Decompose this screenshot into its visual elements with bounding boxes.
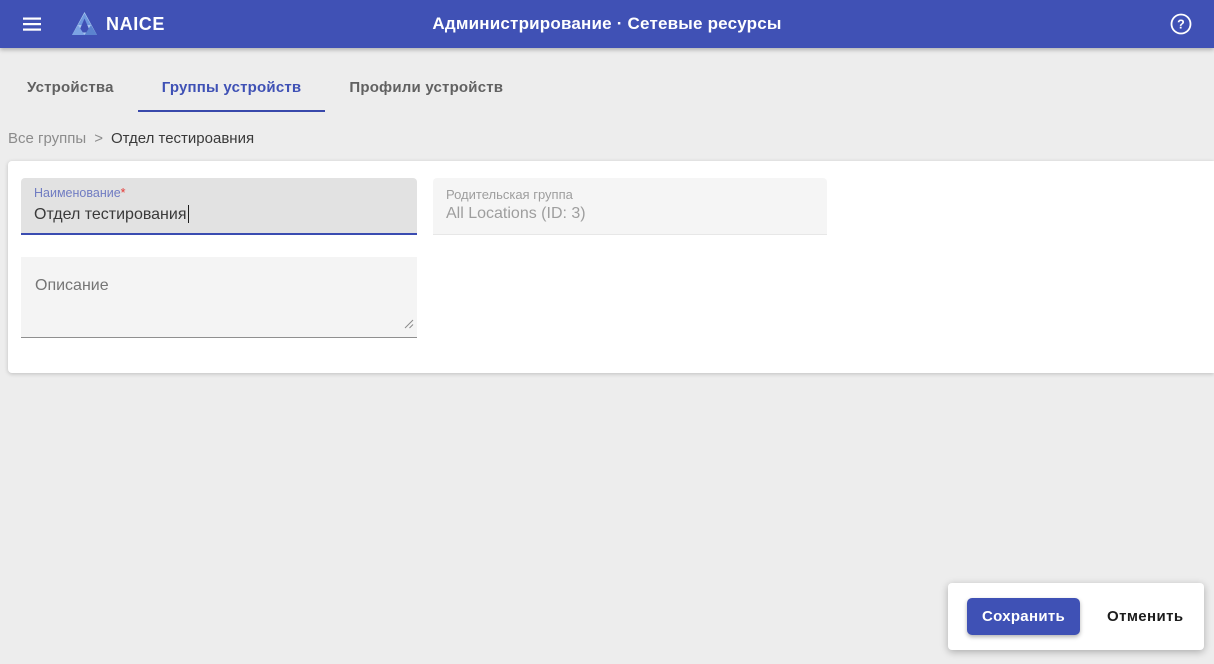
name-field[interactable]: Наименование* Отдел тестирования [21, 178, 417, 235]
name-field-label: Наименование* [34, 186, 126, 200]
parent-group-label: Родительская группа [446, 187, 573, 202]
resize-handle-icon[interactable] [404, 316, 414, 334]
required-asterisk: * [120, 186, 126, 200]
tab-device-groups[interactable]: Группы устройств [137, 64, 326, 112]
cancel-button[interactable]: Отменить [1101, 600, 1190, 633]
tab-devices[interactable]: Устройства [3, 64, 138, 112]
form-actions: Сохранить Отменить [948, 583, 1204, 650]
text-caret [187, 205, 189, 223]
help-icon[interactable]: ? [1168, 11, 1194, 37]
description-field-label: Описание [35, 277, 109, 294]
naice-logo-icon [72, 12, 97, 35]
hamburger-menu-icon[interactable] [20, 12, 44, 36]
parent-group-value: All Locations (ID: 3) [446, 205, 586, 222]
group-edit-form: Наименование* Отдел тестирования Родител… [8, 161, 1214, 373]
name-field-value: Отдел тестирования [34, 205, 405, 224]
breadcrumb-all-groups[interactable]: Все группы [8, 130, 86, 147]
description-field[interactable]: Описание [21, 257, 417, 338]
brand-name: NAICE [106, 13, 166, 34]
svg-text:?: ? [1177, 18, 1185, 32]
appbar: NAICE Администрирование · Сетевые ресурс… [0, 0, 1214, 48]
breadcrumb: Все группы > Отдел тестироавния [8, 130, 1214, 147]
parent-group-field: Родительская группа All Locations (ID: 3… [433, 178, 827, 235]
save-button[interactable]: Сохранить [967, 598, 1080, 635]
brand: NAICE [71, 11, 165, 37]
tab-device-profiles[interactable]: Профили устройств [325, 64, 527, 112]
breadcrumb-separator: > [94, 130, 103, 147]
page-title: Администрирование · Сетевые ресурсы [432, 14, 782, 33]
tab-bar: Устройства Группы устройств Профили устр… [0, 48, 1214, 112]
breadcrumb-current-group: Отдел тестироавния [110, 130, 255, 147]
